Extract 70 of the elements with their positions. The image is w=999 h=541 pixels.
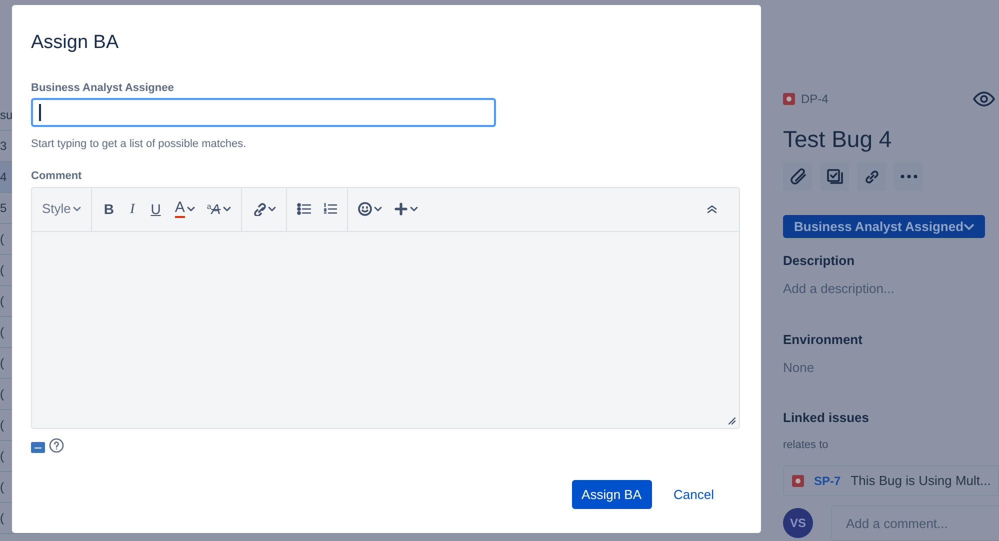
- section-heading: Environment: [783, 331, 864, 350]
- smiley-icon: [358, 202, 372, 216]
- chevron-down-icon: [964, 224, 974, 230]
- cancel-button[interactable]: Cancel: [662, 480, 725, 509]
- text-color-button[interactable]: A: [174, 200, 195, 218]
- field-label: Comment: [31, 169, 83, 184]
- row-text: (: [0, 388, 4, 400]
- help-icon: [49, 438, 64, 452]
- link-button[interactable]: [252, 202, 276, 216]
- bullet-list-button[interactable]: [296, 202, 311, 216]
- avatar: VS: [783, 508, 813, 538]
- row-text: (: [0, 450, 4, 462]
- section-heading: Linked issues: [783, 409, 870, 428]
- row-text: 3: [0, 140, 7, 152]
- text-cursor: [39, 104, 41, 120]
- assignee-field[interactable]: [31, 98, 496, 126]
- bug-icon: [783, 93, 795, 105]
- chevron-down-icon: [186, 206, 195, 212]
- bold-button[interactable]: B: [102, 198, 116, 220]
- linked-issue-card[interactable]: SP-7 This Bug is Using Mult...: [783, 465, 999, 496]
- italic-button[interactable]: I: [128, 198, 137, 220]
- dialog-title: Assign BA: [31, 31, 120, 55]
- chevron-down-icon: [374, 206, 382, 212]
- plus-button[interactable]: [394, 202, 418, 216]
- bug-icon: [792, 474, 804, 487]
- collapse-icon: [707, 205, 717, 213]
- checklist-button[interactable]: [820, 162, 849, 191]
- chevron-down-icon: [410, 206, 418, 212]
- checklist-icon: [826, 168, 844, 186]
- row-text: (: [0, 326, 4, 338]
- link-icon: [252, 202, 266, 216]
- relation-label: relates to: [783, 438, 830, 453]
- row-text: 4: [0, 171, 7, 183]
- row-text: (: [0, 512, 4, 524]
- link-icon: [862, 168, 880, 186]
- field-hint: Start typing to get a list of possible matches.: [31, 136, 248, 152]
- more-icon: [900, 174, 918, 179]
- issue-summary: This Bug is Using Mult...: [850, 472, 991, 490]
- row-text: 5: [0, 202, 7, 214]
- paperclip-button[interactable]: [783, 162, 812, 191]
- link-button[interactable]: [857, 162, 886, 191]
- paperclip-icon: [788, 168, 806, 186]
- comment-field[interactable]: Add a comment...: [831, 505, 999, 541]
- eye-icon: [973, 91, 995, 107]
- folder-icon: [31, 442, 45, 452]
- numbered-list-button[interactable]: [322, 202, 337, 216]
- section-heading: Description: [783, 252, 856, 270]
- more-button[interactable]: [894, 162, 923, 191]
- underline-button[interactable]: U: [148, 198, 163, 220]
- bullet-list-icon: [296, 202, 311, 216]
- smiley-button[interactable]: [358, 202, 382, 216]
- row-text: (: [0, 295, 4, 307]
- status-button[interactable]: Business Analyst Assigned: [783, 215, 985, 238]
- row-text: (: [0, 419, 4, 431]
- row-text: (: [0, 357, 4, 369]
- row-text: (: [0, 233, 4, 245]
- row-text: (: [0, 264, 4, 276]
- resize-handle-icon: [728, 416, 736, 424]
- submit-button[interactable]: Assign BA: [572, 480, 652, 509]
- numbered-list-icon: [322, 202, 337, 216]
- chevron-down-icon: [222, 206, 231, 212]
- plus-icon: [394, 202, 408, 216]
- issue-title: Test Bug 4: [783, 125, 893, 154]
- row-text: su: [0, 109, 13, 121]
- field-label: Business Analyst Assignee: [31, 81, 175, 96]
- chevron-down-icon: [268, 206, 276, 212]
- collapse-button[interactable]: [707, 205, 717, 213]
- chevron-down-icon: [72, 206, 81, 212]
- row-text: (: [0, 481, 4, 493]
- style-dropdown[interactable]: Style: [42, 199, 81, 219]
